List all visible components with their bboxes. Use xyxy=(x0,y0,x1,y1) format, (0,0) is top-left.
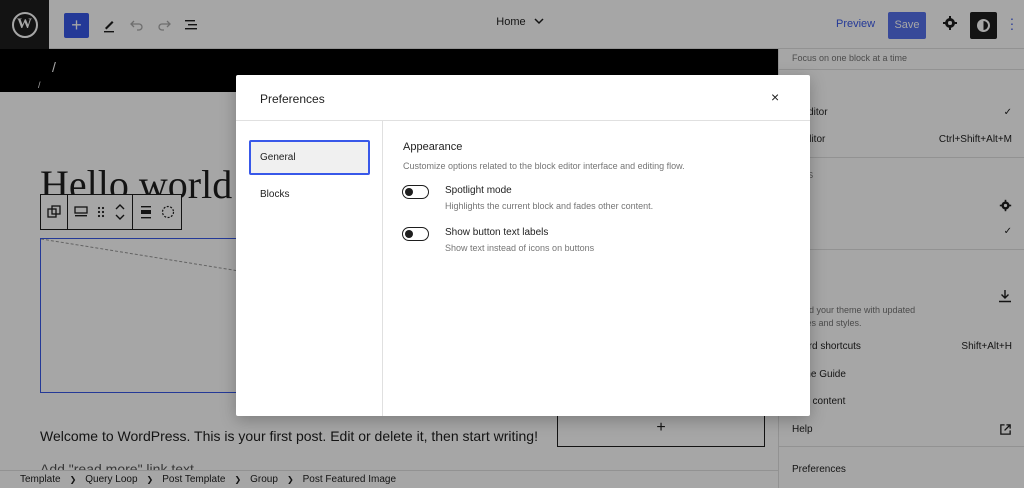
option-label: Show button text labels xyxy=(445,227,549,238)
show-button-text-labels-toggle[interactable] xyxy=(402,227,429,241)
toggle-knob xyxy=(405,230,413,238)
option-help: Show text instead of icons on buttons xyxy=(445,243,595,253)
option-help: Highlights the current block and fades o… xyxy=(445,201,654,211)
tab-blocks[interactable]: Blocks xyxy=(249,177,370,212)
spotlight-mode-toggle[interactable] xyxy=(402,185,429,199)
preferences-tabs: General Blocks xyxy=(236,121,383,416)
tab-general[interactable]: General xyxy=(249,140,370,175)
toggle-knob xyxy=(405,188,413,196)
modal-header: Preferences × xyxy=(236,75,810,121)
close-icon[interactable]: × xyxy=(771,90,779,104)
option-label: Spotlight mode xyxy=(445,185,512,196)
section-description: Customize options related to the block e… xyxy=(403,161,685,171)
section-title: Appearance xyxy=(403,141,463,153)
preferences-modal: Preferences × General Blocks Appearance … xyxy=(236,75,810,416)
modal-title: Preferences xyxy=(260,92,325,106)
